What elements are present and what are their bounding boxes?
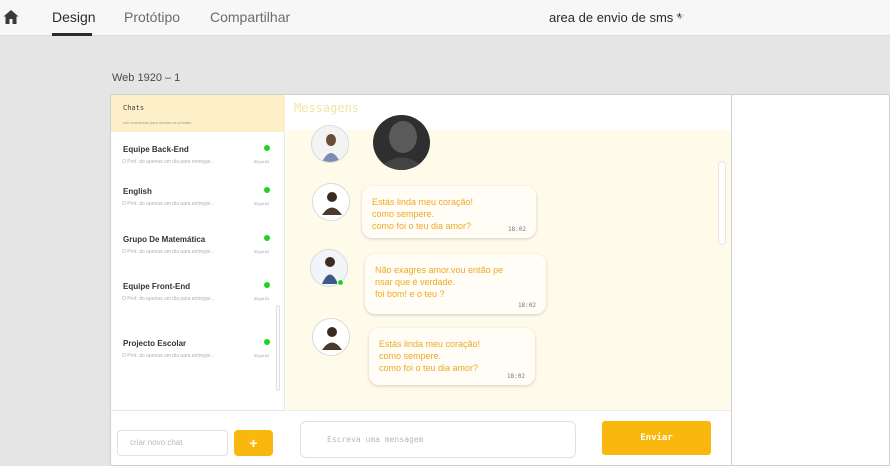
chat-sidebar: Chats crie conversas para manter-se priv… [111,95,285,465]
message-bubble: Não exagres amor.vou então pe nsar que é… [365,254,546,314]
tab-prototype[interactable]: Protótipo [124,9,180,25]
message-input[interactable]: Escreva uma mensagem [300,421,576,458]
avatar[interactable] [312,318,350,356]
home-icon[interactable] [2,8,20,26]
tab-design[interactable]: Design [52,9,96,25]
chat-name: Equipe Back-End [123,145,189,154]
sidebar-footer: criar novo chat + [111,410,285,465]
add-chat-button[interactable]: + [234,430,273,456]
sidebar-scrollbar[interactable] [276,305,280,391]
chat-preview: O Prof. do apenas um dia para entregar..… [122,201,215,207]
new-chat-input[interactable]: criar novo chat [117,430,228,456]
online-indicator [337,279,344,286]
avatar[interactable] [312,183,350,221]
top-toolbar: Design Protótipo Compartilhar area de en… [0,0,890,36]
online-indicator [264,145,270,151]
chat-time: 20 jul 21 [254,249,270,254]
online-indicator [264,339,270,345]
chat-time: 20 jul 21 [254,201,270,206]
message-time: 18:02 [506,373,525,380]
chat-name: Equipe Front-End [123,282,191,291]
chat-time: 20 jul 21 [254,353,270,358]
chat-name: English [123,187,152,196]
document-title[interactable]: area de envio de sms * [549,10,682,25]
artboard-divider [731,95,732,465]
chat-preview: O Prof. do apenas um dia para entregar..… [122,296,215,302]
artboard-label[interactable]: Web 1920 – 1 [112,72,180,84]
chat-preview: O Prof. do apenas um dia para entregar..… [122,353,215,359]
chat-list-item[interactable]: Equipe Back-End O Prof. do apenas um dia… [111,145,276,189]
message-time: 18:02 [517,302,536,309]
message-text: Estás linda meu coração! como sempere. c… [372,197,474,231]
chat-list-item[interactable]: Grupo De Matemática O Prof. do apenas um… [111,235,276,279]
message-bubble: Estás linda meu coração! como sempere. c… [369,328,535,385]
chat-scrollbar[interactable] [718,161,726,245]
chat-preview: O Prof. do apenas um dia para entregar..… [122,249,215,255]
chat-list-item[interactable]: Equipe Front-End O Prof. do apenas um di… [111,282,276,326]
chat-list-item[interactable]: English O Prof. do apenas um dia para en… [111,187,276,231]
chat-name: Grupo De Matemática [123,235,206,244]
message-input-placeholder: Escreva uma mensagem [327,435,424,444]
message-bubble: Estás linda meu coração! como sempere. c… [362,186,536,238]
sidebar-subtitle: crie conversas para manter-se privado [123,120,192,125]
sidebar-header: Chats crie conversas para manter-se priv… [111,95,285,132]
chat-name: Projecto Escolar [123,339,187,348]
message-text: Não exagres amor.vou então pe nsar que é… [375,265,504,299]
online-indicator [264,235,270,241]
chat-time: 20 jul 21 [254,296,270,301]
online-indicator [264,282,270,288]
chat-panel: Messagens Estás linda meu coração! como … [286,95,731,465]
avatar[interactable] [311,125,349,163]
chat-list-item[interactable]: Projecto Escolar O Prof. do apenas um di… [111,339,276,383]
active-tab-indicator [52,33,92,36]
send-button[interactable]: Enviar [602,421,711,455]
online-indicator [264,187,270,193]
chat-preview: O Prof. do apenas um dia para entregar..… [122,159,215,165]
tab-share[interactable]: Compartilhar [210,9,290,25]
artboard: Chats crie conversas para manter-se priv… [110,94,890,466]
chevron-down-icon[interactable]: ⌵ [676,10,684,23]
message-time: 18:02 [507,226,526,233]
message-text: Estás linda meu coração! como sempere. c… [379,339,481,373]
chat-title: Messagens [294,101,360,115]
chat-header: Messagens [286,95,731,130]
profile-photo [373,115,430,170]
message-composer: Escreva uma mensagem Enviar [286,410,731,465]
chat-time: 20 jul 21 [254,159,270,164]
sidebar-title: Chats [123,104,145,112]
